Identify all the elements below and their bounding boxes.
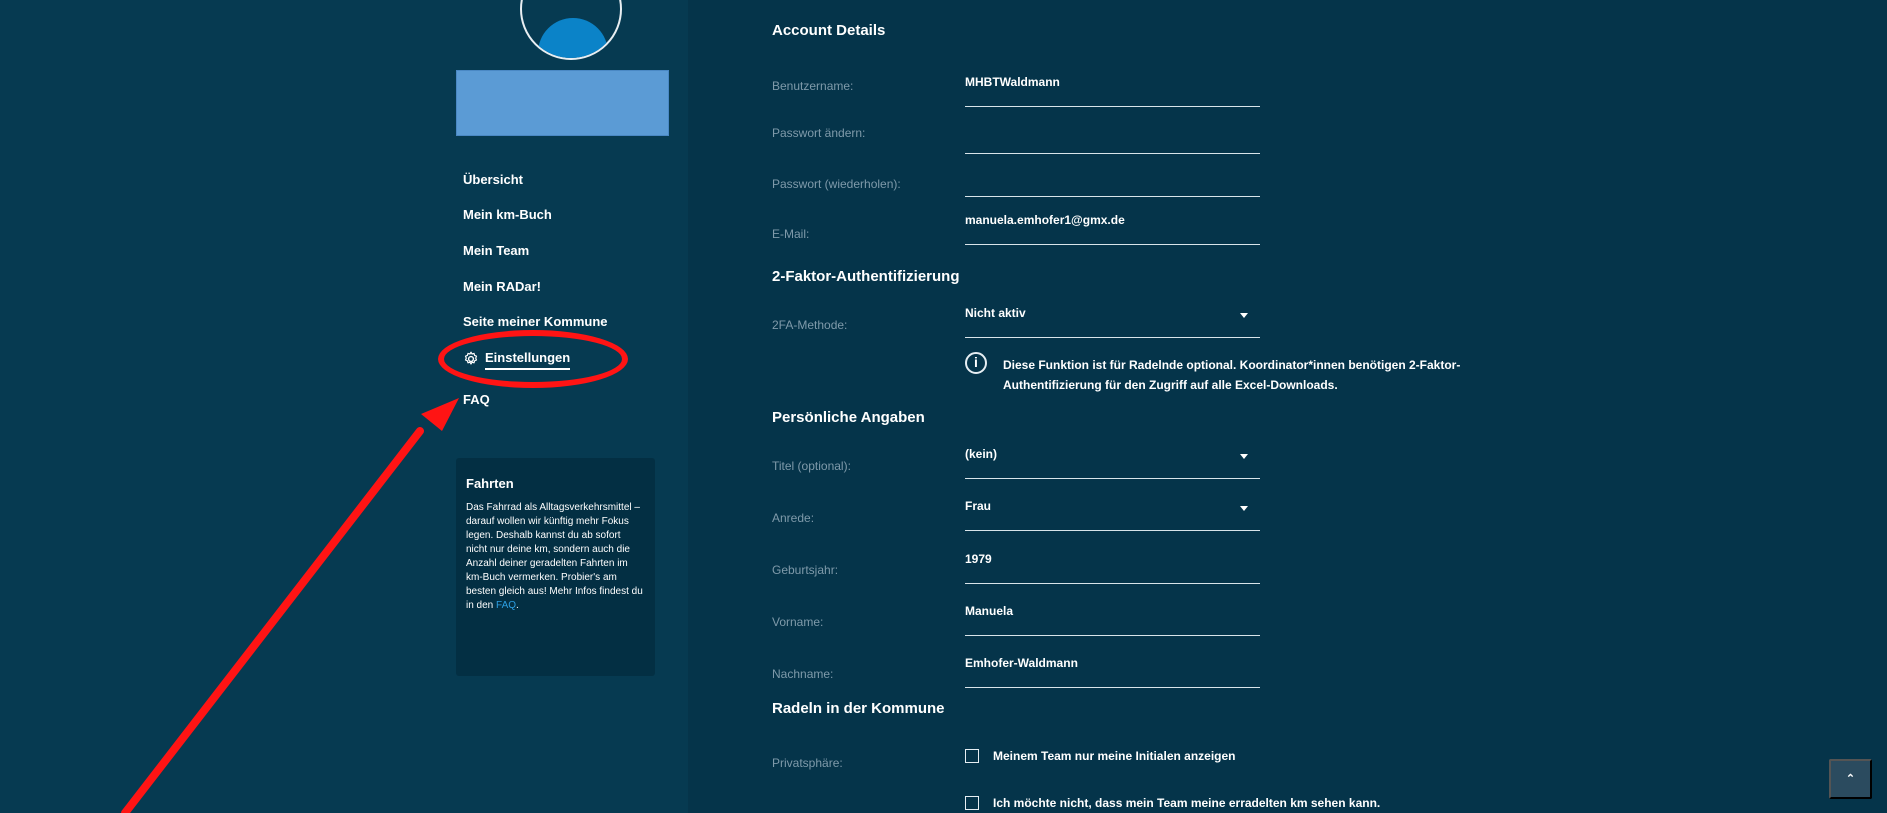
info-card-body: Das Fahrrad als Alltagsverkehrsmittel – … xyxy=(466,502,643,611)
title-select[interactable]: (kein) xyxy=(965,447,1260,479)
section-two-factor: 2-Faktor-Authentifizierung xyxy=(772,268,960,285)
privacy-initials-label: Meinem Team nur meine Initialen anzeigen xyxy=(993,749,1236,763)
password-input[interactable] xyxy=(965,122,1260,154)
first-name-value: Manuela xyxy=(965,604,1014,618)
label-2fa-method: 2FA-Methode: xyxy=(772,318,848,332)
privacy-initials-checkbox[interactable] xyxy=(965,749,979,763)
scroll-top-button[interactable]: ⌃ xyxy=(1829,759,1872,799)
info-card-text: Das Fahrrad als Alltagsverkehrsmittel – … xyxy=(466,501,643,613)
last-name-input[interactable]: Emhofer-Waldmann xyxy=(965,656,1260,688)
settings-content: Account Details Benutzername: MHBTWaldma… xyxy=(688,0,1887,813)
label-password-repeat: Passwort (wiederholen): xyxy=(772,177,901,191)
sidebar-item-team[interactable]: Mein Team xyxy=(463,243,529,265)
2fa-info-text: Diese Funktion ist für Radelnde optional… xyxy=(1003,358,1461,392)
sidebar-item-radar[interactable]: Mein RADar! xyxy=(463,279,541,301)
label-title-optional: Titel (optional): xyxy=(772,459,851,473)
privacy-hide-km-label: Ich möchte nicht, dass mein Team meine e… xyxy=(993,796,1381,810)
avatar-image xyxy=(538,18,608,58)
sidebar-item-kommune[interactable]: Seite meiner Kommune xyxy=(463,314,608,336)
privacy-hide-km-option[interactable]: Ich möchte nicht, dass mein Team meine e… xyxy=(965,796,1380,810)
rides-info-card: Fahrten Das Fahrrad als Alltagsverkehrsm… xyxy=(456,458,655,676)
label-password-change: Passwort ändern: xyxy=(772,126,866,140)
info-card-title: Fahrten xyxy=(466,476,514,491)
2fa-method-value: Nicht aktiv xyxy=(965,306,1026,320)
chevron-down-icon xyxy=(1240,313,1248,318)
salutation-value: Frau xyxy=(965,499,992,513)
info-icon: i xyxy=(965,352,987,374)
avatar xyxy=(520,0,622,60)
label-username: Benutzername: xyxy=(772,79,854,93)
first-name-input[interactable]: Manuela xyxy=(965,604,1260,636)
sidebar-item-km-buch[interactable]: Mein km-Buch xyxy=(463,207,552,229)
username-value: MHBTWaldmann xyxy=(965,75,1060,89)
2fa-method-select[interactable]: Nicht aktiv xyxy=(965,306,1260,338)
salutation-select[interactable]: Frau xyxy=(965,499,1260,531)
sidebar-item-settings[interactable]: Einstellungen xyxy=(463,349,571,371)
2fa-info-row: i Diese Funktion ist für Radelnde option… xyxy=(965,352,1525,395)
label-privacy: Privatsphäre: xyxy=(772,756,843,770)
section-personal-details: Persönliche Angaben xyxy=(772,409,925,426)
sidebar-item-faq[interactable]: FAQ xyxy=(463,392,490,414)
sidebar-item-label: Einstellungen xyxy=(485,350,571,370)
settings-page: Übersicht Mein km-Buch Mein Team Mein RA… xyxy=(0,0,1887,813)
username-input[interactable]: MHBTWaldmann xyxy=(965,75,1260,107)
sidebar-item-ubersicht[interactable]: Übersicht xyxy=(463,172,523,194)
birth-year-value: 1979 xyxy=(965,552,992,566)
password-repeat-input[interactable] xyxy=(965,165,1260,197)
label-birth-year: Geburtsjahr: xyxy=(772,563,839,577)
privacy-hide-km-checkbox[interactable] xyxy=(965,796,979,810)
label-email: E-Mail: xyxy=(772,227,810,241)
privacy-initials-option[interactable]: Meinem Team nur meine Initialen anzeigen xyxy=(965,749,1236,763)
section-community-cycling: Radeln in der Kommune xyxy=(772,700,945,717)
gear-icon xyxy=(463,351,479,370)
chevron-down-icon xyxy=(1240,454,1248,459)
section-account-details: Account Details xyxy=(772,22,886,39)
chevron-up-icon: ⌃ xyxy=(1845,772,1856,785)
redaction-box xyxy=(456,70,669,136)
chevron-down-icon xyxy=(1240,506,1248,511)
birth-year-input[interactable]: 1979 xyxy=(965,552,1260,584)
email-value: manuela.emhofer1@gmx.de xyxy=(965,213,1125,227)
label-salutation: Anrede: xyxy=(772,511,815,525)
label-last-name: Nachname: xyxy=(772,667,834,681)
sidebar: Übersicht Mein km-Buch Mein Team Mein RA… xyxy=(0,0,688,813)
title-value: (kein) xyxy=(965,447,998,461)
email-field[interactable]: manuela.emhofer1@gmx.de xyxy=(965,213,1260,245)
label-first-name: Vorname: xyxy=(772,615,824,629)
info-card-suffix: . xyxy=(516,600,519,611)
faq-link[interactable]: FAQ xyxy=(496,600,516,611)
last-name-value: Emhofer-Waldmann xyxy=(965,656,1078,670)
